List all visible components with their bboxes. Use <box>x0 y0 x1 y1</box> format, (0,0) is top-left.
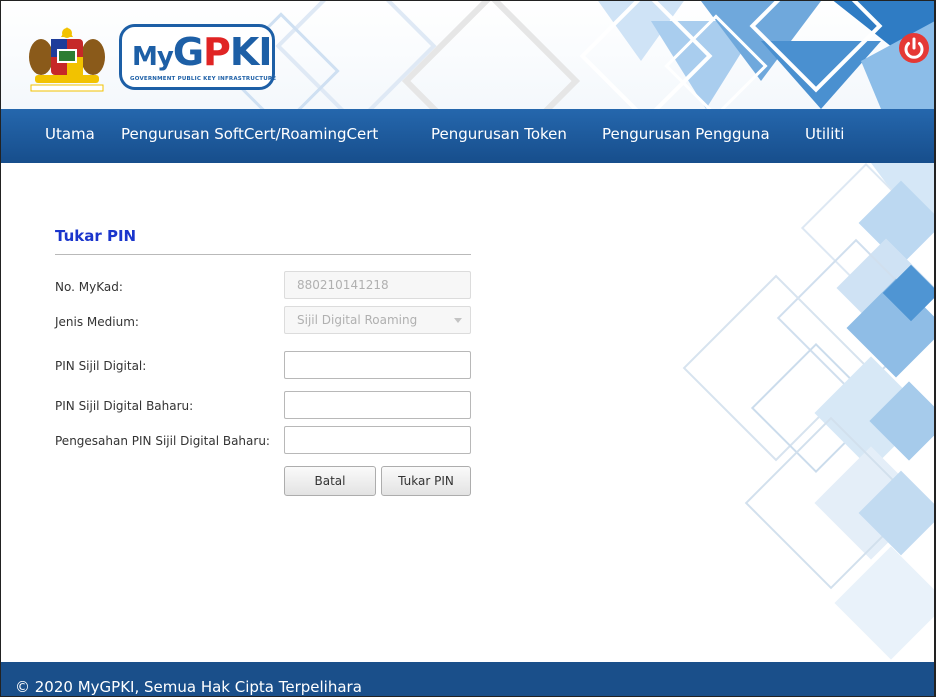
cancel-button[interactable]: Batal <box>284 466 376 496</box>
background-pattern <box>682 163 934 660</box>
logo-text-g: G <box>172 30 204 74</box>
pin-input[interactable] <box>284 351 471 379</box>
mykad-field: 880210141218 <box>284 271 471 299</box>
power-icon[interactable] <box>897 31 931 65</box>
nav-item-utiliti[interactable]: Utiliti <box>805 109 844 163</box>
logo-text-p: P <box>203 30 231 74</box>
pin-label: PIN Sijil Digital: <box>55 359 147 373</box>
nav-item-pengurusan-token[interactable]: Pengurusan Token <box>431 109 567 163</box>
form-title: Tukar PIN <box>55 227 137 245</box>
mykad-label: No. MyKad: <box>55 280 123 294</box>
nav-item-pengurusan-softcert[interactable]: Pengurusan SoftCert/RoamingCert <box>121 109 378 163</box>
malaysia-crest-icon <box>29 27 105 92</box>
new-pin-label: PIN Sijil Digital Baharu: <box>55 399 194 413</box>
logo-tagline: GOVERNMENT PUBLIC KEY INFRASTRUCTURE <box>130 76 277 82</box>
confirm-pin-input[interactable] <box>284 426 471 454</box>
new-pin-input[interactable] <box>284 391 471 419</box>
change-pin-button[interactable]: Tukar PIN <box>381 466 471 496</box>
medium-select: Sijil Digital Roaming <box>284 306 471 334</box>
copyright-text: © 2020 MyGPKI, Semua Hak Cipta Terpeliha… <box>15 678 362 696</box>
nav-item-utama[interactable]: Utama <box>45 109 95 163</box>
chevron-down-icon <box>454 318 462 323</box>
medium-select-value: Sijil Digital Roaming <box>297 313 418 327</box>
app-frame: MyGPKI GOVERNMENT PUBLIC KEY INFRASTRUCT… <box>0 0 936 697</box>
logo-text-ki: KI <box>229 30 273 74</box>
medium-label: Jenis Medium: <box>55 315 139 329</box>
main-nav: Utama Pengurusan SoftCert/RoamingCert Pe… <box>1 109 934 163</box>
divider <box>55 254 471 255</box>
confirm-pin-label: Pengesahan PIN Sijil Digital Baharu: <box>55 434 270 448</box>
footer: © 2020 MyGPKI, Semua Hak Cipta Terpeliha… <box>1 662 934 696</box>
nav-item-pengurusan-pengguna[interactable]: Pengurusan Pengguna <box>602 109 770 163</box>
mygpki-logo: MyGPKI GOVERNMENT PUBLIC KEY INFRASTRUCT… <box>119 24 277 90</box>
header-banner: MyGPKI GOVERNMENT PUBLIC KEY INFRASTRUCT… <box>1 1 934 109</box>
logo-text-my: My <box>132 42 174 72</box>
